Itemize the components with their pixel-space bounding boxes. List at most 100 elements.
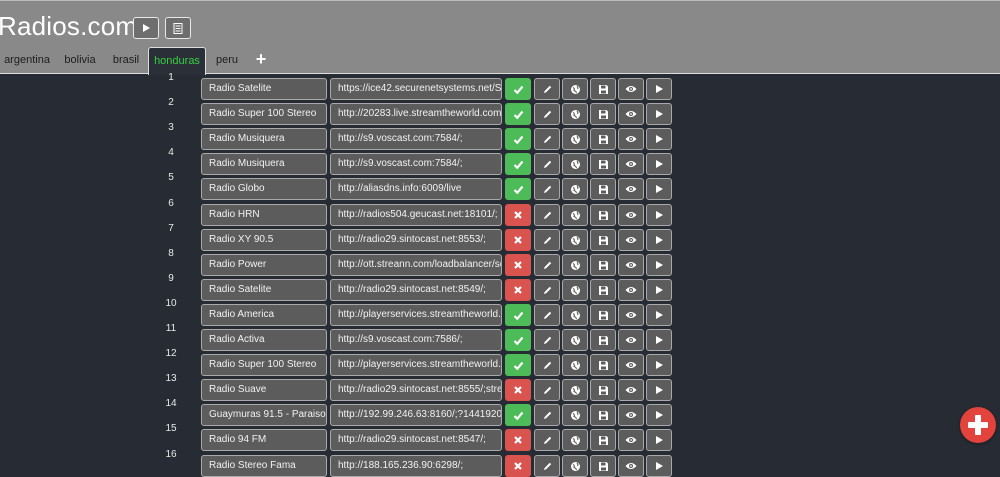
edit-button[interactable] (534, 429, 560, 451)
play-button[interactable] (646, 404, 672, 426)
save-button[interactable] (590, 354, 616, 376)
status-toggle-button[interactable] (505, 429, 531, 451)
save-button[interactable] (590, 304, 616, 326)
preview-button[interactable] (618, 379, 644, 401)
save-button[interactable] (590, 229, 616, 251)
play-button[interactable] (646, 354, 672, 376)
open-url-button[interactable] (562, 304, 588, 326)
edit-button[interactable] (534, 329, 560, 351)
status-toggle-button[interactable] (505, 254, 531, 276)
play-button[interactable] (646, 329, 672, 351)
play-button[interactable] (646, 429, 672, 451)
open-url-button[interactable] (562, 78, 588, 100)
station-url-field[interactable]: http://s9.voscast.com:7586/; (330, 329, 502, 351)
save-button[interactable] (590, 279, 616, 301)
status-toggle-button[interactable] (505, 78, 531, 100)
preview-button[interactable] (618, 404, 644, 426)
play-button[interactable] (646, 254, 672, 276)
station-url-field[interactable]: http://playerservices.streamtheworld.co (330, 304, 502, 326)
play-button[interactable] (646, 279, 672, 301)
station-name-field[interactable]: Radio 94 FM (201, 429, 327, 451)
edit-button[interactable] (534, 254, 560, 276)
save-button[interactable] (590, 429, 616, 451)
preview-button[interactable] (618, 279, 644, 301)
preview-button[interactable] (618, 153, 644, 175)
preview-button[interactable] (618, 455, 644, 477)
play-button[interactable] (646, 304, 672, 326)
station-name-field[interactable]: Radio Satelite (201, 279, 327, 301)
status-toggle-button[interactable] (505, 354, 531, 376)
edit-button[interactable] (534, 455, 560, 477)
open-url-button[interactable] (562, 404, 588, 426)
play-button[interactable] (646, 229, 672, 251)
header-play-button[interactable] (133, 17, 159, 39)
station-name-field[interactable]: Radio Activa (201, 329, 327, 351)
preview-button[interactable] (618, 254, 644, 276)
status-toggle-button[interactable] (505, 329, 531, 351)
station-name-field[interactable]: Guaymuras 91.5 - Paraiso (201, 404, 327, 426)
tab-honduras[interactable]: honduras (148, 47, 206, 75)
station-name-field[interactable]: Radio Power (201, 254, 327, 276)
status-toggle-button[interactable] (505, 279, 531, 301)
station-name-field[interactable]: Radio Musiquera (201, 128, 327, 150)
preview-button[interactable] (618, 429, 644, 451)
station-name-field[interactable]: Radio HRN (201, 204, 327, 226)
status-toggle-button[interactable] (505, 379, 531, 401)
open-url-button[interactable] (562, 354, 588, 376)
station-url-field[interactable]: http://radios504.geucast.net:18101/; (330, 204, 502, 226)
station-url-field[interactable]: http://s9.voscast.com:7584/; (330, 128, 502, 150)
station-url-field[interactable]: http://192.99.246.63:8160/;?144192047 (330, 404, 502, 426)
status-toggle-button[interactable] (505, 204, 531, 226)
add-station-button[interactable] (960, 407, 996, 443)
open-url-button[interactable] (562, 329, 588, 351)
station-url-field[interactable]: http://playerservices.streamtheworld.co (330, 354, 502, 376)
status-toggle-button[interactable] (505, 103, 531, 125)
tab-argentina[interactable]: argentina (0, 47, 54, 74)
station-name-field[interactable]: Radio Satelite (201, 78, 327, 100)
save-button[interactable] (590, 404, 616, 426)
station-url-field[interactable]: http://aliasdns.info:6009/live (330, 178, 502, 200)
station-url-field[interactable]: http://radio29.sintocast.net:8547/; (330, 429, 502, 451)
play-button[interactable] (646, 379, 672, 401)
tab-bolivia[interactable]: bolivia (56, 47, 104, 74)
open-url-button[interactable] (562, 153, 588, 175)
station-name-field[interactable]: Radio Suave (201, 379, 327, 401)
preview-button[interactable] (618, 204, 644, 226)
preview-button[interactable] (618, 229, 644, 251)
save-button[interactable] (590, 153, 616, 175)
edit-button[interactable] (534, 78, 560, 100)
edit-button[interactable] (534, 404, 560, 426)
station-url-field[interactable]: http://radio29.sintocast.net:8553/; (330, 229, 502, 251)
add-tab-button[interactable]: + (248, 47, 274, 74)
open-url-button[interactable] (562, 279, 588, 301)
header-list-button[interactable] (165, 17, 191, 39)
station-name-field[interactable]: Radio Super 100 Stereo (201, 354, 327, 376)
open-url-button[interactable] (562, 429, 588, 451)
status-toggle-button[interactable] (505, 128, 531, 150)
save-button[interactable] (590, 254, 616, 276)
save-button[interactable] (590, 455, 616, 477)
edit-button[interactable] (534, 229, 560, 251)
station-name-field[interactable]: Radio XY 90.5 (201, 229, 327, 251)
play-button[interactable] (646, 78, 672, 100)
tab-peru[interactable]: peru (208, 47, 246, 74)
preview-button[interactable] (618, 304, 644, 326)
play-button[interactable] (646, 204, 672, 226)
edit-button[interactable] (534, 128, 560, 150)
open-url-button[interactable] (562, 254, 588, 276)
save-button[interactable] (590, 178, 616, 200)
station-url-field[interactable]: http://188.165.236.90:6298/; (330, 455, 502, 477)
play-button[interactable] (646, 178, 672, 200)
preview-button[interactable] (618, 78, 644, 100)
station-name-field[interactable]: Radio Musiquera (201, 153, 327, 175)
play-button[interactable] (646, 103, 672, 125)
status-toggle-button[interactable] (505, 229, 531, 251)
status-toggle-button[interactable] (505, 153, 531, 175)
open-url-button[interactable] (562, 229, 588, 251)
station-url-field[interactable]: http://radio29.sintocast.net:8555/;strea… (330, 379, 502, 401)
station-name-field[interactable]: Radio Super 100 Stereo (201, 103, 327, 125)
play-button[interactable] (646, 455, 672, 477)
open-url-button[interactable] (562, 379, 588, 401)
save-button[interactable] (590, 103, 616, 125)
open-url-button[interactable] (562, 178, 588, 200)
